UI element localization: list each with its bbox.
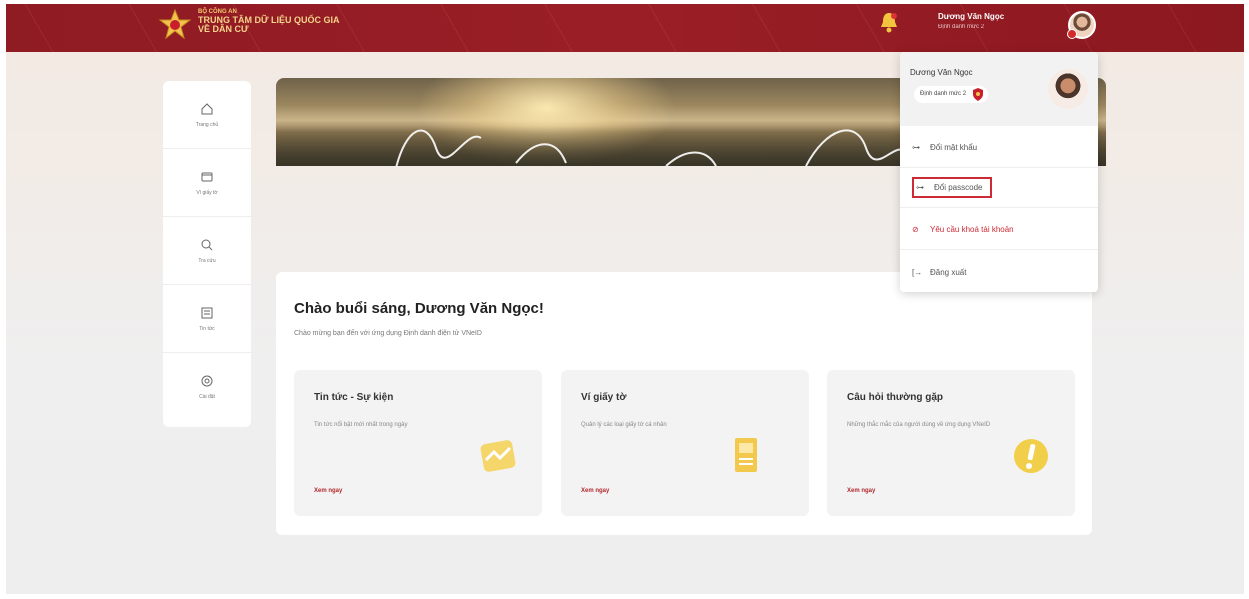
menu-item-label: Đổi mật khẩu	[930, 143, 978, 152]
org-line-3: VỀ DÂN CƯ	[198, 24, 249, 34]
tile-view-link[interactable]: Xem ngay	[581, 488, 609, 494]
sidebar: Trang chủ Ví giấy tờ Tra cứu Tin tức Cài…	[163, 81, 251, 427]
identity-level-badge: Định danh mức 2	[914, 86, 989, 103]
notification-bell-icon[interactable]	[878, 10, 900, 34]
search-icon	[201, 239, 213, 250]
header-avatar[interactable]	[1067, 11, 1096, 39]
key-icon: ⊶	[912, 143, 920, 152]
dropdown-user-name: Dương Văn Ngọc	[910, 68, 973, 77]
menu-item-change-password[interactable]: ⊶ Đổi mật khẩu	[900, 128, 1098, 168]
sidebar-item-label: Tin tức	[199, 325, 215, 332]
greeting-title: Chào buổi sáng, Dương Văn Ngọc!	[294, 300, 544, 317]
shield-icon	[973, 88, 984, 101]
header-user-info[interactable]: Dương Văn Ngọc Định danh mức 2	[938, 12, 1004, 30]
tile-title: Tin tức - Sự kiện	[314, 392, 394, 403]
exclamation-graphic-icon	[1014, 439, 1048, 473]
tile-view-link[interactable]: Xem ngay	[314, 488, 342, 494]
tile-news[interactable]: Tin tức - Sự kiện Tin tức nổi bật mới nh…	[294, 370, 542, 516]
tile-desc: Những thắc mắc của người dùng về ứng dụn…	[847, 422, 991, 428]
news-graphic-icon	[480, 440, 516, 472]
header-user-level: Định danh mức 2	[938, 24, 985, 30]
sidebar-item-label: Trang chủ	[195, 121, 219, 128]
menu-item-label: Đăng xuất	[930, 267, 967, 277]
header-user-name: Dương Văn Ngọc	[938, 12, 1005, 21]
highlight-box: ⊶ Đổi passcode	[912, 177, 993, 198]
menu-item-label: Yêu cầu khoá tài khoản	[930, 225, 1014, 234]
menu-item-lock-account[interactable]: ⊘ Yêu cầu khoá tài khoản	[900, 210, 1098, 250]
document-graphic-icon	[735, 438, 757, 472]
sidebar-item-wallet[interactable]: Ví giấy tờ	[163, 149, 251, 217]
tile-view-link[interactable]: Xem ngay	[847, 488, 875, 494]
sidebar-item-label: Tra cứu	[198, 257, 216, 264]
wallet-icon	[201, 172, 213, 181]
sidebar-item-label: Cài đặt	[199, 394, 215, 400]
org-name[interactable]: BỘ CÔNG AN TRUNG TÂM DỮ LIỆU QUỐC GIA VỀ…	[198, 8, 339, 34]
vneid-portal-page: BỘ CÔNG AN TRUNG TÂM DỮ LIỆU QUỐC GIA VỀ…	[6, 4, 1244, 594]
sidebar-item-home[interactable]: Trang chủ	[163, 81, 251, 149]
key-icon: ⊶	[916, 183, 924, 192]
identity-level-text: Định danh mức 2	[920, 91, 967, 97]
tile-desc: Quản lý các loại giấy tờ cá nhân	[581, 422, 667, 428]
tile-title: Ví giấy tờ	[581, 392, 627, 403]
ban-icon: ⊘	[912, 225, 919, 234]
tile-faq[interactable]: Câu hỏi thường gặp Những thắc mắc của ng…	[827, 370, 1075, 516]
welcome-card: Chào buổi sáng, Dương Văn Ngọc! Chào mừn…	[276, 272, 1092, 535]
top-header: BỘ CÔNG AN TRUNG TÂM DỮ LIỆU QUỐC GIA VỀ…	[6, 4, 1244, 52]
tile-title: Câu hỏi thường gặp	[847, 392, 944, 403]
sidebar-item-label: Ví giấy tờ	[196, 189, 218, 196]
greeting-subtitle: Chào mừng bạn đến với ứng dụng Định danh…	[294, 330, 482, 337]
home-icon	[201, 102, 213, 114]
tile-desc: Tin tức nổi bật mới nhất trong ngày	[314, 422, 408, 428]
avatar-status-dot	[1067, 29, 1077, 39]
menu-item-logout[interactable]: [→ Đăng xuất	[900, 252, 1098, 292]
menu-item-change-passcode[interactable]: ⊶ Đổi passcode	[900, 168, 1098, 208]
account-dropdown-menu: Dương Văn Ngọc Định danh mức 2 ⊶ Đổi mật…	[900, 52, 1098, 292]
sidebar-item-settings[interactable]: Cài đặt	[163, 353, 251, 421]
menu-item-label: Đổi passcode	[934, 183, 983, 192]
news-icon	[201, 307, 213, 318]
tile-wallet[interactable]: Ví giấy tờ Quản lý các loại giấy tờ cá n…	[561, 370, 809, 516]
sidebar-item-news[interactable]: Tin tức	[163, 285, 251, 353]
settings-icon	[201, 375, 213, 387]
dropdown-avatar	[1048, 69, 1088, 109]
emblem-icon	[158, 8, 192, 40]
logout-icon: [→	[912, 267, 923, 277]
sidebar-item-search[interactable]: Tra cứu	[163, 217, 251, 285]
